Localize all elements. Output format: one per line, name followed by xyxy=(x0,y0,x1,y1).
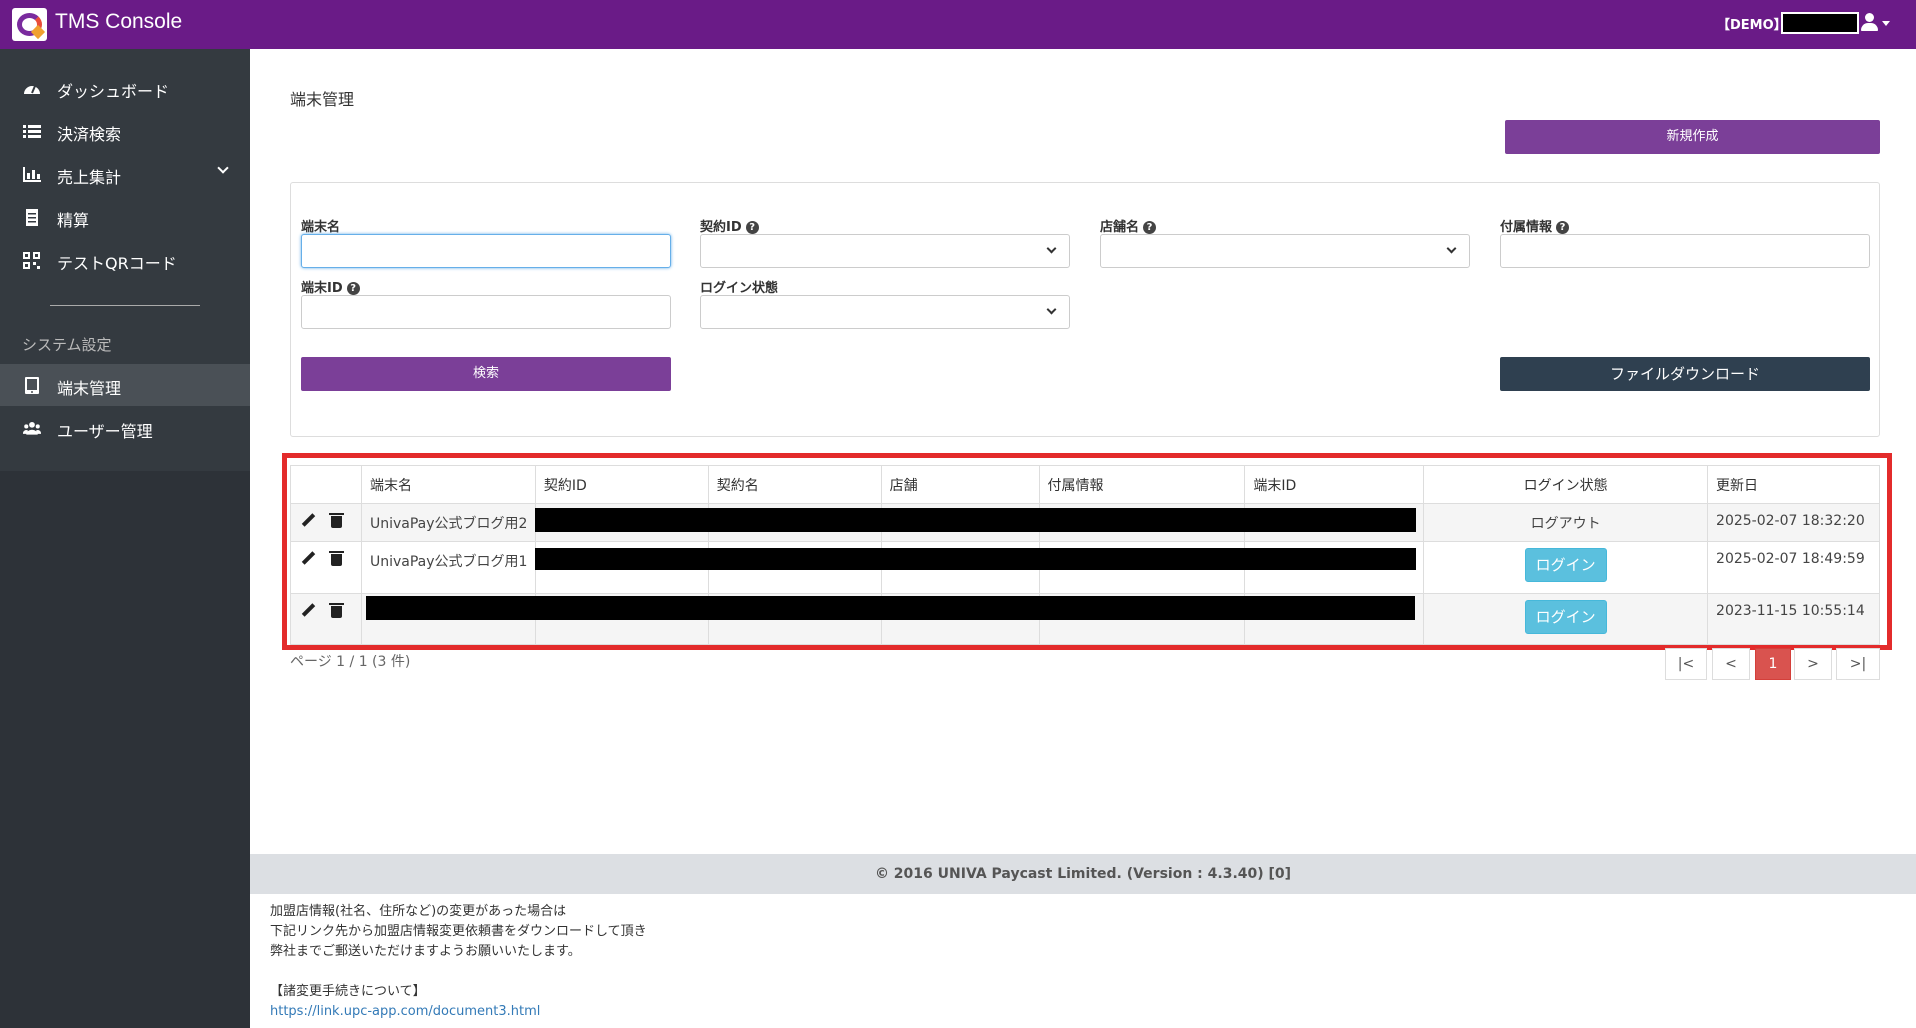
pagination-current[interactable]: 1 xyxy=(1755,648,1791,680)
sidebar-item-label: 端末管理 xyxy=(57,379,122,398)
app-logo-icon[interactable] xyxy=(12,8,47,41)
contract-id-label: 契約ID? xyxy=(700,216,759,235)
terminal-name-input[interactable] xyxy=(301,234,671,268)
extra-info-label: 付属情報? xyxy=(1500,216,1570,235)
tablet-icon xyxy=(25,377,39,394)
user-menu-caret-icon[interactable] xyxy=(1882,21,1890,26)
sidebar-item-label: 決済検索 xyxy=(57,125,122,144)
users-icon xyxy=(23,421,41,435)
notice-line: 加盟店情報(社名、住所など)の変更があった場合は xyxy=(270,904,567,919)
receipt-icon xyxy=(26,209,38,226)
pagination-first[interactable]: |< xyxy=(1665,648,1707,680)
chevron-down-icon xyxy=(217,162,229,174)
pagination-prev[interactable]: < xyxy=(1712,648,1750,680)
sidebar-section-title: システム設定 xyxy=(22,336,112,354)
sidebar-item-test-qr[interactable]: テストQRコード xyxy=(0,239,250,281)
highlight-box xyxy=(282,453,1892,650)
sidebar-item-label: テストQRコード xyxy=(57,254,177,273)
sidebar-item-settlement[interactable]: 精算 xyxy=(0,196,250,238)
notice-heading: 【諸変更手続きについて】 xyxy=(270,984,426,999)
qr-code-icon xyxy=(23,252,40,269)
top-bar: TMS Console 【DEMO】 xyxy=(0,0,1916,49)
terminal-id-label: 端末ID? xyxy=(301,277,360,296)
help-icon[interactable]: ? xyxy=(745,221,759,234)
sidebar: ダッシュボード 決済検索 売上集計 精算 テストQRコード システム設定 端末管… xyxy=(0,49,250,1028)
sidebar-menu: ダッシュボード 決済検索 売上集計 精算 テストQRコード システム設定 端末管… xyxy=(0,49,250,471)
search-button[interactable]: 検索 xyxy=(301,357,671,391)
pagination-last[interactable]: >| xyxy=(1836,648,1880,680)
sidebar-divider xyxy=(50,305,200,306)
chevron-down-icon xyxy=(1446,243,1457,254)
store-name-label: 店舗名? xyxy=(1100,216,1157,235)
sidebar-item-label: 売上集計 xyxy=(57,168,122,187)
page-title: 端末管理 xyxy=(290,90,355,109)
footer-notice: 加盟店情報(社名、住所など)の変更があった場合は 下記リンク先から加盟店情報変更… xyxy=(270,902,647,1022)
bar-chart-icon xyxy=(23,167,41,182)
notice-line: 弊社までご郵送いただけますようお願いいたします。 xyxy=(270,944,581,959)
sidebar-item-dashboard[interactable]: ダッシュボード xyxy=(0,67,250,109)
sidebar-item-terminal-management[interactable]: 端末管理 xyxy=(0,364,250,406)
sidebar-item-payment-search[interactable]: 決済検索 xyxy=(0,110,250,152)
chevron-down-icon xyxy=(1046,243,1057,254)
pagination-next[interactable]: > xyxy=(1794,648,1832,680)
footer-copyright: © 2016 UNIVA Paycast Limited. (Version :… xyxy=(250,854,1916,894)
app-title[interactable]: TMS Console xyxy=(55,10,182,34)
contract-id-select[interactable] xyxy=(700,234,1070,268)
terminal-id-input[interactable] xyxy=(301,295,671,329)
help-icon[interactable]: ? xyxy=(346,282,360,295)
list-icon xyxy=(23,125,41,138)
chevron-down-icon xyxy=(1046,304,1057,315)
sidebar-item-label: 精算 xyxy=(57,211,90,230)
help-icon[interactable]: ? xyxy=(1143,221,1157,234)
help-icon[interactable]: ? xyxy=(1556,221,1570,234)
sidebar-item-label: ユーザー管理 xyxy=(57,422,153,441)
user-icon[interactable] xyxy=(1860,13,1878,33)
environment-badge: 【DEMO】 xyxy=(1717,18,1787,33)
username-redacted[interactable] xyxy=(1781,12,1859,34)
login-state-label: ログイン状態 xyxy=(700,281,779,296)
login-state-select[interactable] xyxy=(700,295,1070,329)
notice-line: 下記リンク先から加盟店情報変更依頼書をダウンロードして頂き xyxy=(270,924,647,939)
file-download-button[interactable]: ファイルダウンロード xyxy=(1500,357,1870,391)
document-link[interactable]: https://link.upc-app.com/document3.html xyxy=(270,1002,647,1022)
extra-info-input[interactable] xyxy=(1500,234,1870,268)
pagination-summary: ページ 1 / 1 (3 件) xyxy=(290,654,411,670)
sidebar-item-label: ダッシュボード xyxy=(57,82,170,101)
new-terminal-button[interactable]: 新規作成 xyxy=(1505,120,1880,154)
sidebar-item-user-management[interactable]: ユーザー管理 xyxy=(0,407,250,449)
speedometer-icon xyxy=(24,85,40,94)
sidebar-item-sales-summary[interactable]: 売上集計 xyxy=(0,153,250,195)
store-name-select[interactable] xyxy=(1100,234,1470,268)
terminal-name-label: 端末名 xyxy=(301,220,341,235)
